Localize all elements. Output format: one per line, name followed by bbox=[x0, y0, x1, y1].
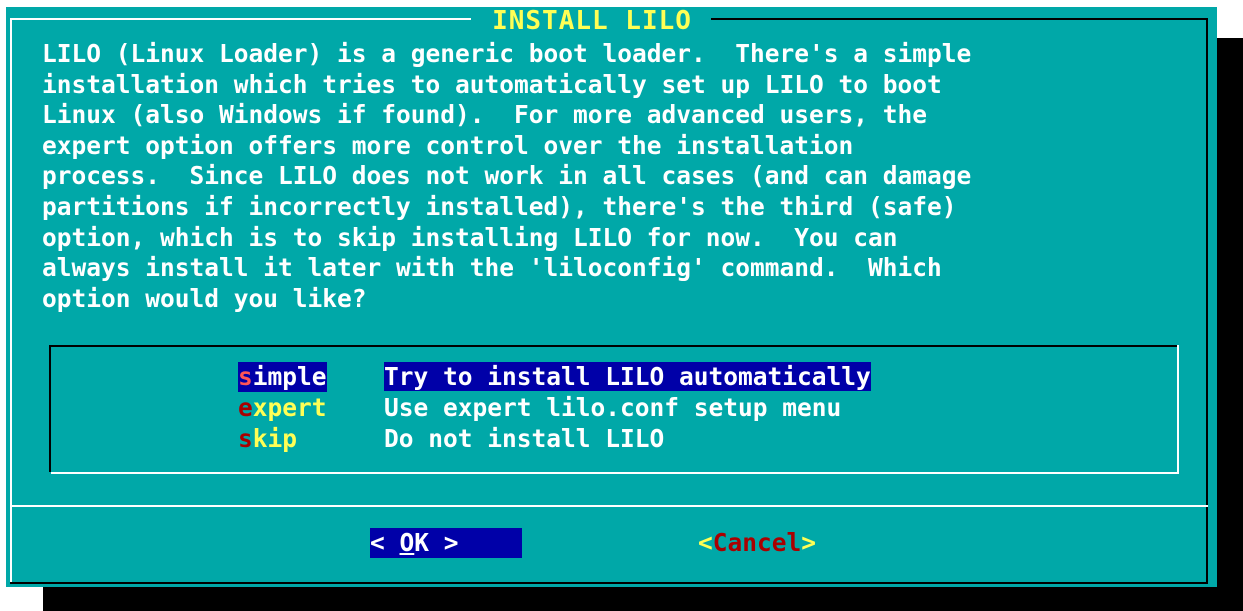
menu-border-left bbox=[49, 345, 51, 472]
dialog-message: LILO (Linux Loader) is a generic boot lo… bbox=[42, 39, 972, 313]
menu-item-hotkey: s bbox=[238, 424, 253, 453]
cancel-button-label-rest: ancel bbox=[727, 528, 802, 557]
button-separator bbox=[12, 505, 1208, 507]
menu-item-tag-rest: xpert bbox=[252, 393, 327, 422]
menu-item-hotkey: s bbox=[238, 362, 253, 391]
menu-item-tag-wrap: expert bbox=[238, 393, 384, 423]
menu-item-description: Use expert lilo.conf setup menu bbox=[384, 393, 842, 422]
cancel-button-right-bracket: > bbox=[801, 528, 817, 557]
ok-button-left-bracket: < bbox=[370, 528, 400, 557]
dialog-title: INSTALL LILO bbox=[492, 6, 692, 36]
menu-item-tag-wrap: simple bbox=[238, 362, 384, 392]
ok-button-right-bracket: > bbox=[429, 528, 459, 557]
menu-item-tag: simple bbox=[238, 362, 327, 392]
menu-item-tag: skip bbox=[238, 424, 348, 454]
ok-button-hotkey: O bbox=[399, 528, 415, 557]
menu-border-right bbox=[1177, 345, 1179, 472]
ok-button-label-rest: K bbox=[414, 528, 430, 557]
dialog-border-right bbox=[1206, 18, 1208, 584]
dialog-border-top-left bbox=[10, 18, 471, 20]
cancel-button-hotkey: C bbox=[712, 528, 728, 557]
menu-item-simple[interactable]: simple Try to install LILO automatically bbox=[238, 362, 871, 392]
menu-border-bottom bbox=[51, 472, 1179, 474]
cancel-button-left-bracket: < bbox=[698, 528, 713, 557]
menu-item-description: Do not install LILO bbox=[384, 424, 665, 453]
cancel-button[interactable]: <Cancel> bbox=[698, 528, 816, 558]
dialog-border-left bbox=[10, 18, 12, 584]
menu-item-description: Try to install LILO automatically bbox=[384, 362, 871, 391]
dialog-border-bottom bbox=[10, 582, 1208, 584]
menu-item-tag-wrap: skip bbox=[238, 424, 384, 454]
menu-item-hotkey: e bbox=[238, 393, 253, 422]
menu-item-expert[interactable]: expert Use expert lilo.conf setup menu bbox=[238, 393, 841, 423]
menu-item-tag-rest: imple bbox=[252, 362, 327, 391]
menu-item-skip[interactable]: skip Do not install LILO bbox=[238, 424, 664, 454]
ok-button[interactable]: < OK > bbox=[370, 528, 522, 558]
dialog-border-top-right bbox=[711, 18, 1208, 20]
menu-item-tag: expert bbox=[238, 393, 348, 423]
menu-item-tag-rest: kip bbox=[252, 424, 298, 453]
menu-border-top bbox=[49, 345, 1177, 347]
install-lilo-dialog: INSTALL LILO LILO (Linux Loader) is a ge… bbox=[6, 7, 1217, 587]
